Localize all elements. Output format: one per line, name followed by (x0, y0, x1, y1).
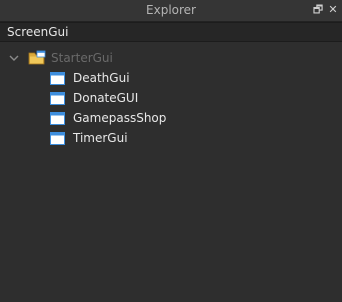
tree-item-label: StarterGui (51, 51, 113, 65)
screen-gui-icon (50, 111, 65, 125)
close-icon[interactable]: ✕ (326, 3, 340, 17)
filter-input[interactable] (7, 24, 337, 40)
screen-gui-icon (50, 71, 65, 85)
tree-item-gamepassshop[interactable]: GamepassShop (50, 108, 166, 128)
panel-titlebar[interactable]: Explorer 🗗 ✕ (0, 0, 342, 22)
tree-item-label: DeathGui (73, 71, 130, 85)
tree-item-deathgui[interactable]: DeathGui (50, 68, 130, 88)
tree-item-timergui[interactable]: TimerGui (50, 128, 128, 148)
tree-item-donategui[interactable]: DonateGUI (50, 88, 138, 108)
restore-window-icon[interactable]: 🗗 (311, 3, 325, 17)
tree-item-label: DonateGUI (73, 91, 139, 105)
tree-item-startergui[interactable]: StarterGui (8, 48, 113, 68)
screen-gui-icon (50, 131, 65, 145)
explorer-panel: Explorer 🗗 ✕ StarterGui DeathGui (0, 0, 342, 302)
folder-icon (28, 50, 46, 65)
chevron-down-icon[interactable] (8, 52, 20, 64)
panel-title: Explorer (146, 3, 196, 17)
tree-item-label: TimerGui (73, 131, 128, 145)
screen-gui-icon (50, 91, 65, 105)
tree-item-label: GamepassShop (73, 111, 167, 125)
filter-bar (0, 22, 342, 42)
